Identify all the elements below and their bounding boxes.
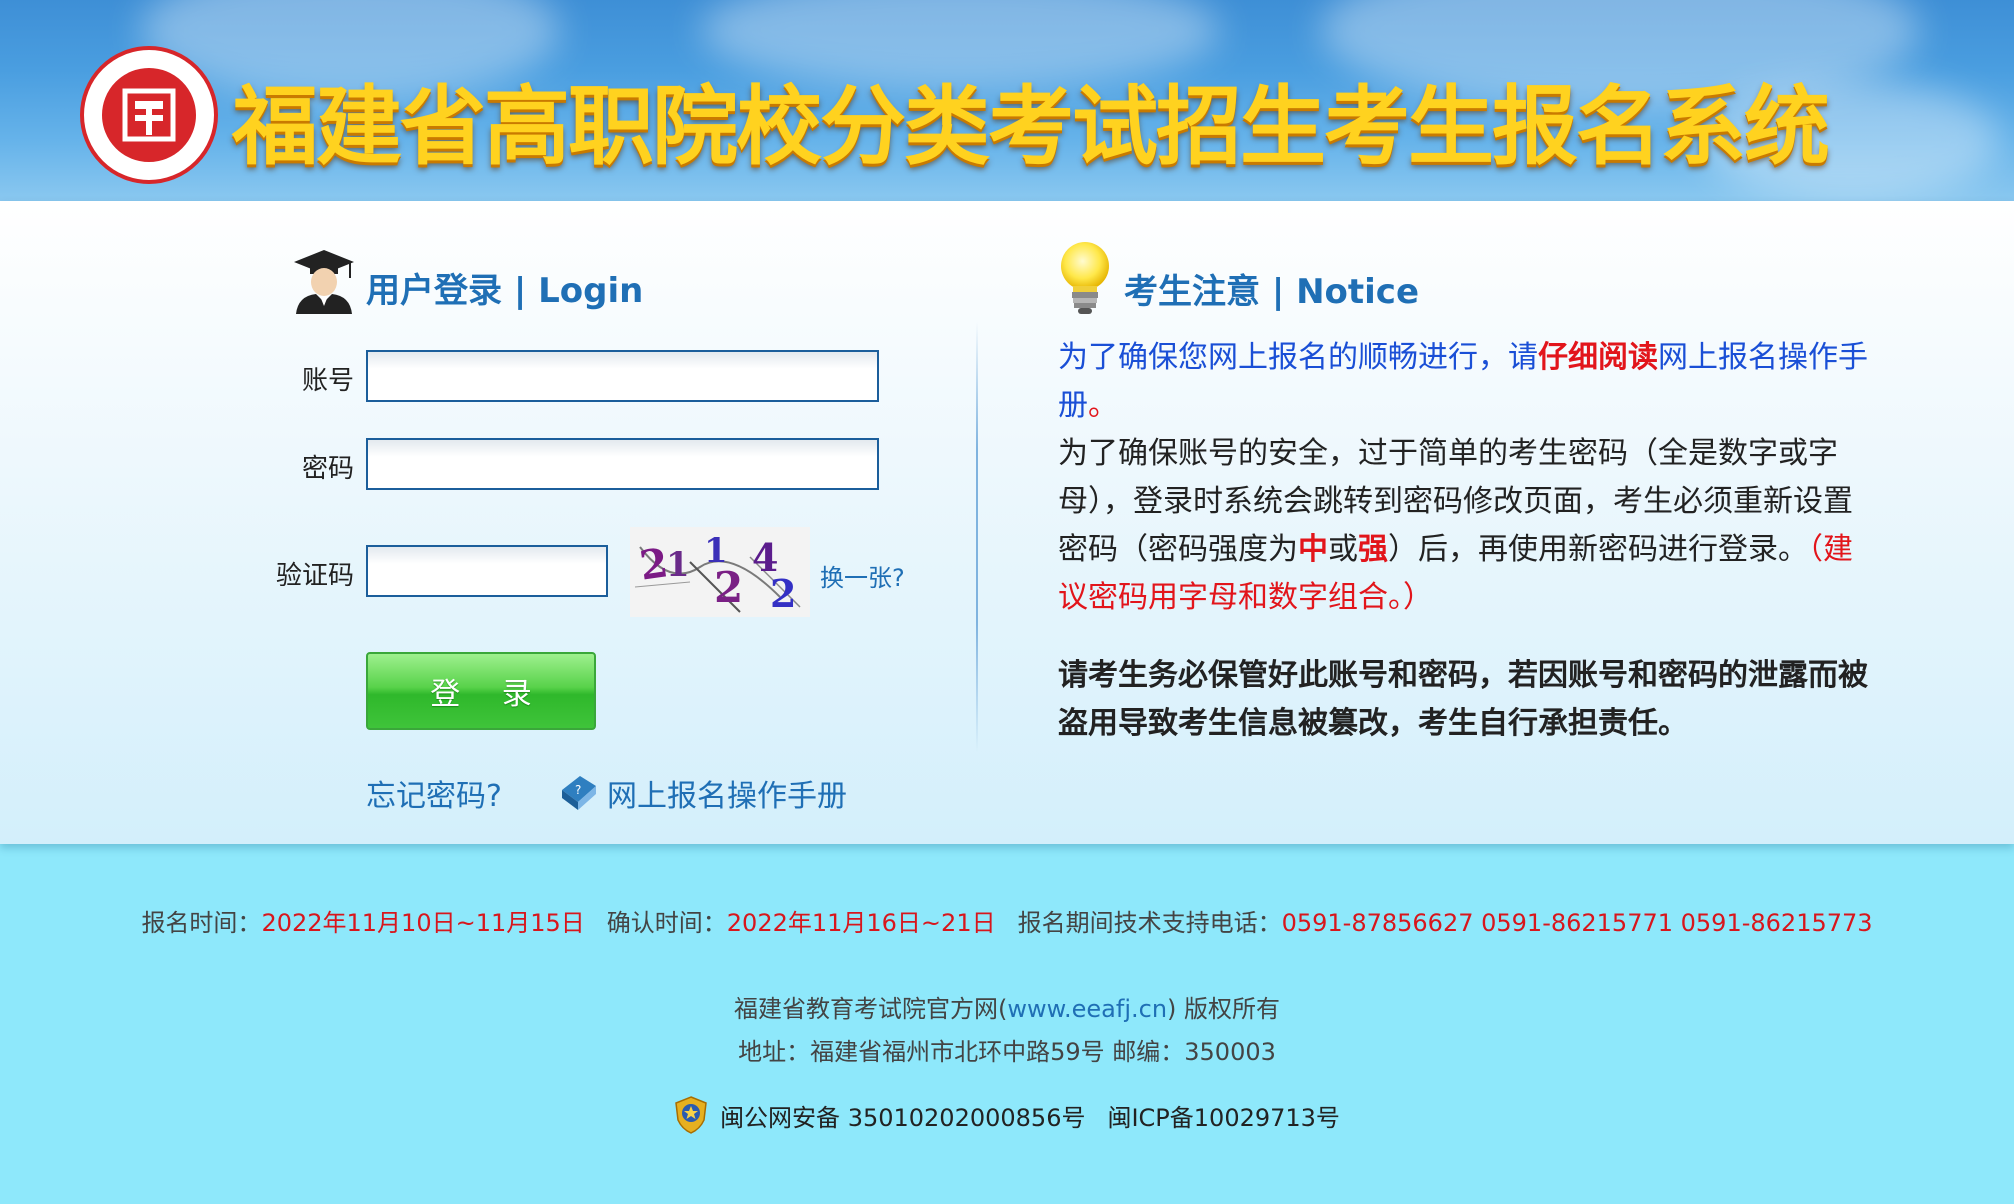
copyright-text: 福建省教育考试院官方网(: [733, 995, 1008, 1023]
footer-records: 闽公网安备 35010202000856号 闽ICP备10029713号: [0, 1096, 2014, 1134]
notice-emphasis: 中: [1298, 532, 1328, 567]
support-label: 报名期间技术支持电话：: [1017, 909, 1282, 937]
captcha-label: 验证码: [275, 561, 354, 591]
confirm-time-value: 2022年11月16日~21日: [726, 909, 996, 937]
reg-time-label: 报名时间：: [141, 909, 262, 937]
notice-emphasis: 强: [1358, 532, 1388, 567]
captcha-char: 2: [770, 571, 797, 616]
support-phone: 0591-87856627 0591-86215771 0591-8621577…: [1281, 909, 1873, 937]
reg-time-value: 2022年11月10日~11月15日: [261, 909, 585, 937]
confirm-time-label: 确认时间：: [606, 909, 727, 937]
refresh-captcha-link[interactable]: 换一张?: [820, 558, 905, 593]
footer-copyright: 福建省教育考试院官方网(www.eeafj.cn) 版权所有: [0, 989, 2014, 1024]
captcha-input[interactable]: [366, 545, 608, 597]
forgot-password-link[interactable]: 忘记密码?: [366, 771, 502, 815]
police-badge-icon: [675, 1096, 707, 1134]
captcha-char: 2: [714, 563, 744, 612]
header-banner: 福建省高职院校分类考试招生考生报名系统: [0, 0, 2014, 201]
police-record[interactable]: 闽公网安备 35010202000856号: [720, 1104, 1085, 1132]
notice-heading: 考生注意 | Notice: [1124, 272, 1420, 312]
seal-emblem-icon: [122, 88, 176, 142]
notice-emphasis: 仔细阅读: [1538, 340, 1658, 375]
notice-paragraph-3: 请考生务必保管好此账号和密码，若因账号和密码的泄露而被 盗用导致考生信息被篡改，…: [1058, 658, 1868, 741]
graduate-user-icon: [294, 250, 354, 314]
footer-address: 地址：福建省福州市北环中路59号 邮编：350003: [738, 1038, 1276, 1066]
notice-text: ）后，再使用新密码进行登录。: [1388, 532, 1808, 567]
captcha-image[interactable]: 2 1 1 2 4 2: [630, 527, 810, 617]
captcha-char: 1: [666, 545, 690, 585]
svg-text:?: ?: [575, 783, 581, 797]
password-label: 密码: [301, 454, 354, 484]
notice-body: 为了确保您网上报名的顺畅进行，请仔细阅读网上报名操作手册。 为了确保账号的安全，…: [1058, 334, 1868, 748]
login-heading: 用户登录 | Login: [366, 271, 644, 311]
official-site-link[interactable]: www.eeafj.cn: [1007, 995, 1167, 1023]
notice-text: 。: [1088, 388, 1118, 423]
account-input[interactable]: [366, 350, 879, 402]
notice-paragraph-1: 为了确保您网上报名的顺畅进行，请仔细阅读网上报名操作手册。: [1058, 334, 1868, 430]
manual-link[interactable]: 网上报名操作手册: [607, 771, 847, 815]
manual-book-icon: ?: [562, 776, 596, 810]
exam-authority-logo: [80, 46, 218, 184]
notice-text: 为了确保您网上报名的顺畅进行，请: [1058, 340, 1538, 375]
panel-divider: [976, 322, 978, 752]
footer-schedule: 报名时间：2022年11月10日~11月15日 确认时间：2022年11月16日~…: [0, 903, 2014, 938]
system-title: 福建省高职院校分类考试招生考生报名系统: [232, 77, 1830, 177]
icp-record[interactable]: 闽ICP备10029713号: [1107, 1104, 1339, 1132]
login-button[interactable]: 登 录: [366, 652, 596, 730]
lightbulb-icon: [1061, 242, 1109, 314]
notice-text: 或: [1328, 532, 1358, 567]
account-label: 账号: [301, 366, 354, 396]
password-input[interactable]: [366, 438, 879, 490]
notice-paragraph-2: 为了确保账号的安全，过于简单的考生密码（全是数字或字母），登录时系统会跳转到密码…: [1058, 430, 1868, 622]
copyright-text: ) 版权所有: [1167, 995, 1281, 1023]
